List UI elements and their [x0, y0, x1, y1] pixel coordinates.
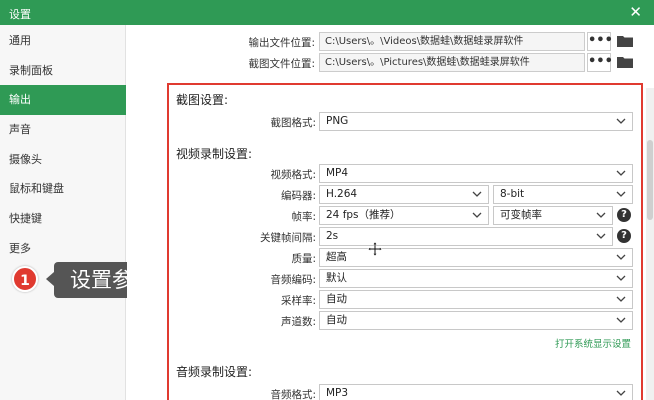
audio-format-label: 音频格式: — [270, 389, 316, 400]
quality-value: 超高 — [326, 251, 347, 263]
close-icon[interactable]: ✕ — [629, 3, 642, 21]
encoder-select[interactable]: H.264 — [319, 185, 489, 204]
sidebar: 通用 录制面板 输出 声音 摄像头 鼠标和键盘 快捷键 更多 — [0, 25, 126, 400]
chevron-down-icon — [616, 296, 626, 302]
keyframe-label: 关键帧间隔: — [259, 232, 316, 244]
sidebar-item-output[interactable]: 输出 — [0, 85, 126, 115]
bit-depth-select[interactable]: 8-bit — [493, 185, 633, 204]
chevron-down-icon — [596, 233, 606, 239]
sample-rate-row: 采样率: 自动 — [173, 290, 635, 309]
chevron-down-icon — [472, 212, 482, 218]
sample-rate-select[interactable]: 自动 — [319, 290, 633, 309]
keyframe-value: 2s — [326, 230, 339, 242]
help-icon[interactable]: ? — [617, 229, 631, 243]
audio-codec-label: 音频编码: — [270, 274, 316, 286]
video-output-path-field[interactable]: C:\Users\。\Videos\数据蛙\数据蛙录屏软件 — [319, 32, 585, 51]
screenshot-format-select[interactable]: PNG — [319, 112, 633, 131]
audio-format-row: 音频格式: MP3 — [173, 384, 635, 400]
callout-arrow — [46, 272, 54, 286]
audio-format-select[interactable]: MP3 — [319, 384, 633, 400]
keyframe-row: 关键帧间隔: 2s ? — [173, 227, 635, 246]
quality-row: 质量: 超高 — [173, 248, 635, 267]
sidebar-item-mouse-keyboard[interactable]: 鼠标和键盘 — [0, 174, 126, 204]
channels-select[interactable]: 自动 — [319, 311, 633, 330]
video-format-label: 视频格式: — [270, 169, 316, 181]
chevron-down-icon — [596, 212, 606, 218]
encoder-value: H.264 — [326, 188, 358, 200]
video-format-value: MP4 — [326, 167, 349, 179]
folder-icon[interactable] — [617, 56, 633, 68]
sample-rate-label: 采样率: — [280, 295, 316, 307]
audio-format-value: MP3 — [326, 387, 349, 399]
scrollbar-thumb[interactable] — [647, 140, 653, 220]
step-number-badge: 1 — [12, 266, 38, 292]
quality-label: 质量: — [291, 253, 316, 265]
sidebar-item-audio[interactable]: 声音 — [0, 115, 126, 145]
sample-rate-value: 自动 — [326, 293, 347, 305]
audio-codec-select[interactable]: 默认 — [319, 269, 633, 288]
screenshot-format-value: PNG — [326, 115, 349, 127]
screenshot-output-path-label: 截图文件位置: — [248, 58, 315, 70]
channels-label: 声道数: — [280, 316, 316, 328]
help-icon[interactable]: ? — [617, 208, 631, 222]
bit-depth-value: 8-bit — [500, 188, 525, 200]
framerate-label: 帧率: — [291, 211, 316, 223]
audio-codec-row: 音频编码: 默认 — [173, 269, 635, 288]
chevron-down-icon — [616, 254, 626, 260]
window-title: 设置 — [9, 8, 31, 21]
sidebar-item-general[interactable]: 通用 — [0, 26, 126, 56]
video-format-select[interactable]: MP4 — [319, 164, 633, 183]
browse-button[interactable]: ••• — [587, 32, 613, 51]
framerate-value: 24 fps（推荐） — [326, 209, 401, 221]
screenshot-format-row: 截图格式: PNG — [173, 112, 635, 131]
chevron-down-icon — [616, 118, 626, 124]
browse-button[interactable]: ••• — [587, 53, 613, 72]
title-bar: 设置 ✕ — [0, 0, 654, 25]
open-display-settings-link[interactable]: 打开系统显示设置 — [555, 336, 631, 350]
chevron-down-icon — [616, 170, 626, 176]
sidebar-item-hotkeys[interactable]: 快捷键 — [0, 204, 126, 234]
move-cursor-icon — [367, 241, 383, 257]
screenshot-output-path-field[interactable]: C:\Users\。\Pictures\数据蛙\数据蛙录屏软件 — [319, 53, 585, 72]
framerate-select[interactable]: 24 fps（推荐） — [319, 206, 489, 225]
framerate-mode-select[interactable]: 可变帧率 — [493, 206, 613, 225]
framerate-row: 帧率: 24 fps（推荐） 可变帧率 ? — [173, 206, 635, 225]
channels-row: 声道数: 自动 — [173, 311, 635, 330]
folder-icon[interactable] — [617, 35, 633, 47]
encoder-label: 编码器: — [280, 190, 316, 202]
chevron-down-icon — [472, 191, 482, 197]
chevron-down-icon — [616, 191, 626, 197]
chevron-down-icon — [616, 275, 626, 281]
screenshot-settings-heading: 截图设置: — [176, 93, 229, 107]
chevron-down-icon — [616, 317, 626, 323]
encoder-row: 编码器: H.264 8-bit — [173, 185, 635, 204]
sidebar-item-camera[interactable]: 摄像头 — [0, 145, 126, 175]
audio-settings-heading: 音频录制设置: — [176, 365, 253, 379]
audio-codec-value: 默认 — [326, 272, 347, 284]
framerate-mode-value: 可变帧率 — [500, 209, 542, 221]
video-settings-heading: 视频录制设置: — [176, 147, 253, 161]
video-format-row: 视频格式: MP4 — [173, 164, 635, 183]
chevron-down-icon — [616, 390, 626, 396]
sidebar-item-record-panel[interactable]: 录制面板 — [0, 56, 126, 86]
screenshot-format-label: 截图格式: — [270, 117, 316, 129]
channels-value: 自动 — [326, 314, 347, 326]
sidebar-item-more[interactable]: 更多 — [0, 234, 126, 264]
video-output-path-label: 输出文件位置: — [248, 37, 315, 49]
settings-scrollbar[interactable] — [646, 88, 654, 400]
keyframe-select[interactable]: 2s — [319, 227, 613, 246]
